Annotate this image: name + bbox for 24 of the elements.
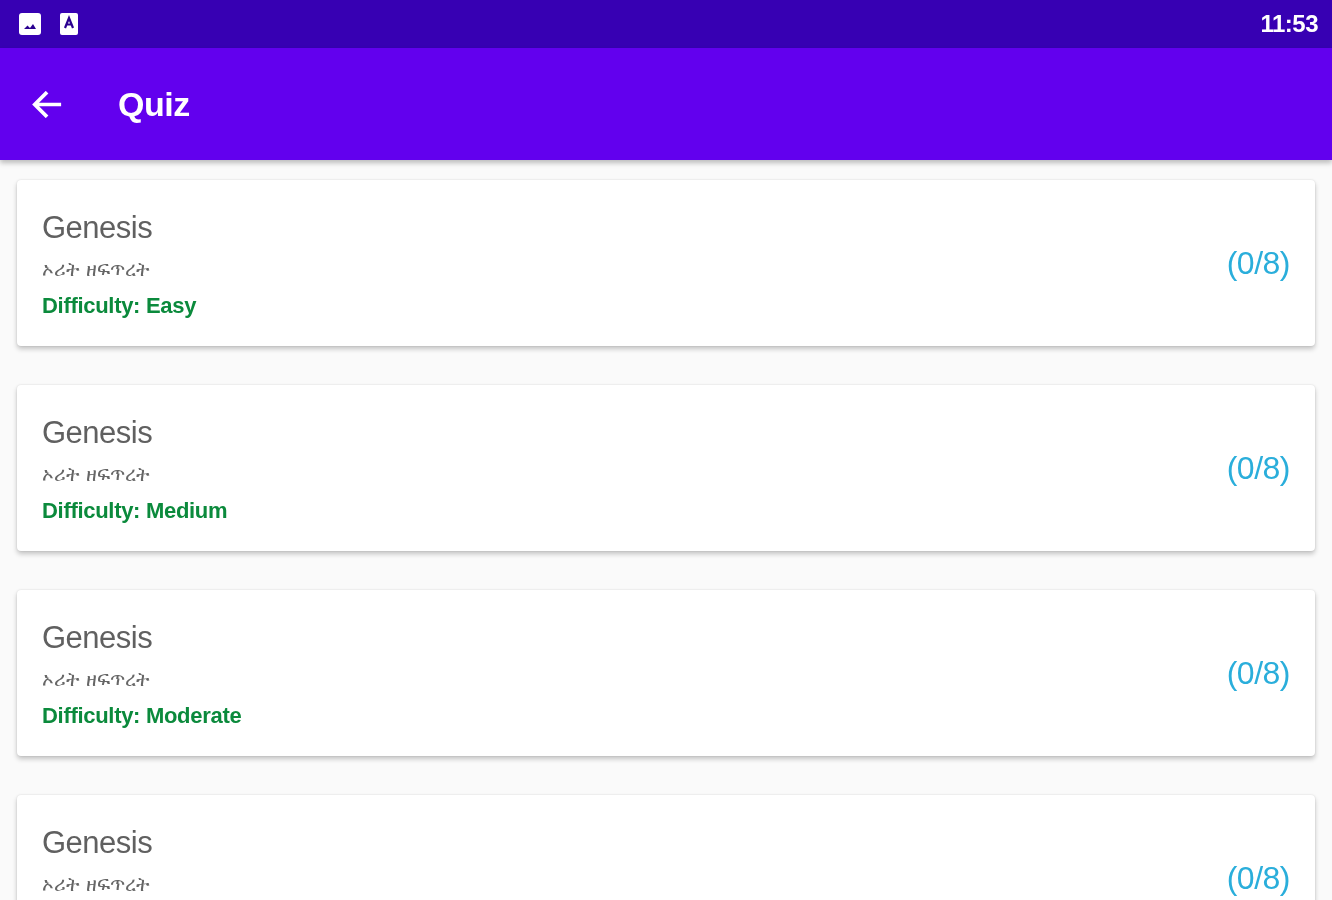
clock-time: 11:53: [1260, 10, 1318, 38]
quiz-subtitle: ኦሪት ዘፍጥረት: [42, 871, 151, 898]
difficulty-label: Difficulty: Easy: [42, 292, 197, 320]
score-label: (0/8): [1226, 859, 1290, 897]
difficulty-label: Difficulty: Medium: [42, 497, 228, 525]
quiz-title: Genesis: [42, 414, 153, 452]
card-icon: [58, 13, 80, 35]
quiz-card[interactable]: Genesis ኦሪት ዘፍጥረት Difficulty: Moderate (0/8): [17, 590, 1315, 756]
back-arrow-icon: [32, 90, 62, 118]
picture-icon: [19, 13, 41, 35]
quiz-title: Genesis: [42, 619, 153, 657]
quiz-card[interactable]: Genesis ኦሪት ዘፍጥረት (0/8): [17, 795, 1315, 900]
app-title: Quiz: [118, 84, 190, 124]
quiz-card[interactable]: Genesis ኦሪት ዘፍጥረት Difficulty: Easy (0/8): [17, 180, 1315, 346]
score-label: (0/8): [1226, 244, 1290, 282]
score-label: (0/8): [1226, 654, 1290, 692]
quiz-title: Genesis: [42, 209, 153, 247]
quiz-subtitle: ኦሪት ዘፍጥረት: [42, 461, 151, 488]
quiz-subtitle: ኦሪት ዘፍጥረት: [42, 256, 151, 283]
quiz-title: Genesis: [42, 824, 153, 862]
quiz-subtitle: ኦሪት ዘፍጥረት: [42, 666, 151, 693]
quiz-card[interactable]: Genesis ኦሪት ዘፍጥረት Difficulty: Medium (0/8): [17, 385, 1315, 551]
difficulty-label: Difficulty: Moderate: [42, 702, 242, 730]
score-label: (0/8): [1226, 449, 1290, 487]
